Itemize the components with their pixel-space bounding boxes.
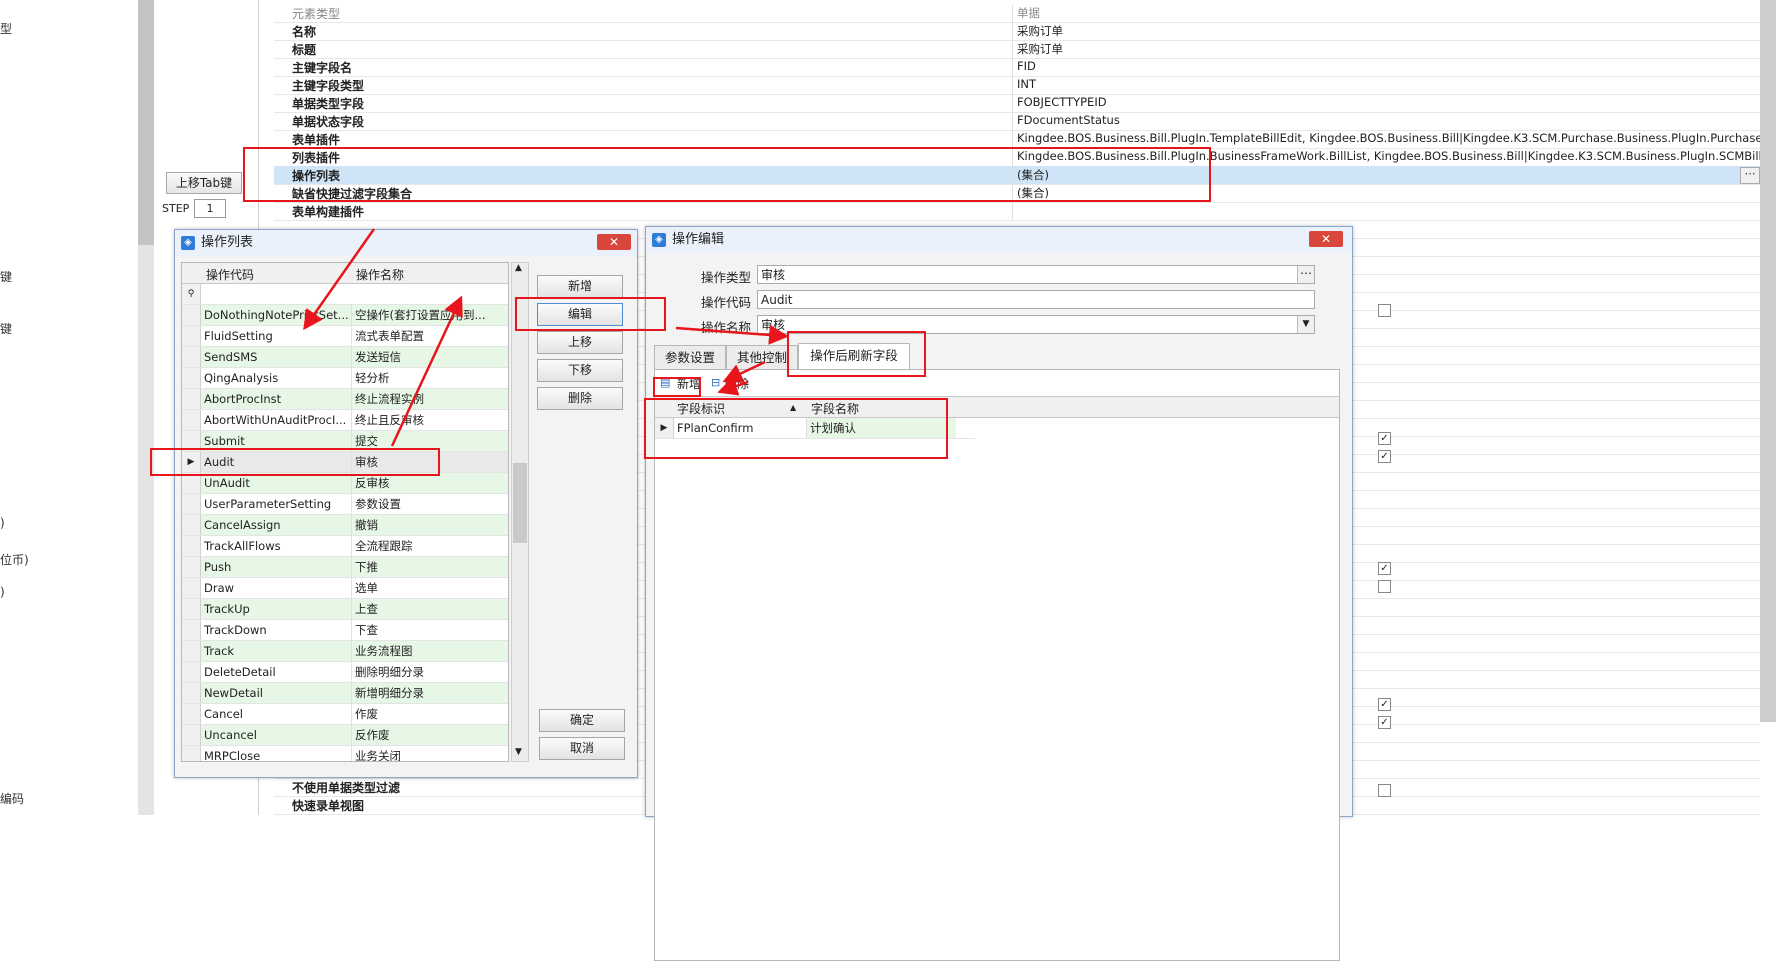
annotation-arrows <box>303 228 789 447</box>
arrow <box>390 295 463 447</box>
arrow <box>717 376 749 396</box>
arrow <box>675 324 789 345</box>
arrow <box>722 360 766 383</box>
arrow <box>303 228 376 331</box>
